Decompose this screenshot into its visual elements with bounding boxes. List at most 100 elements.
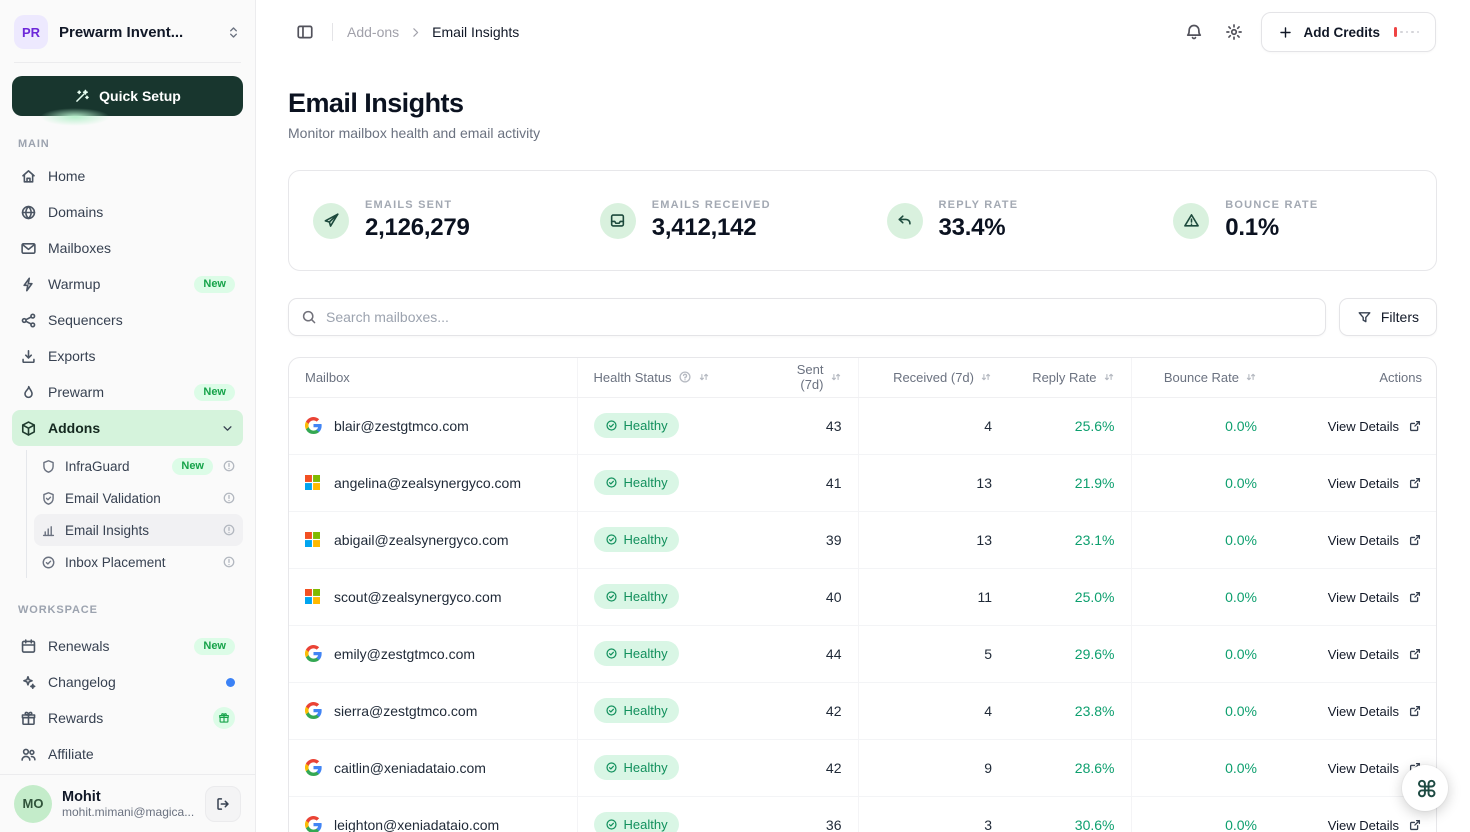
reply-rate-cell: 23.8% xyxy=(1008,682,1131,739)
reply-rate-cell: 23.1% xyxy=(1008,511,1131,568)
sent-cell: 43 xyxy=(761,397,858,454)
gift-icon xyxy=(20,710,37,727)
sidebar-item-domains[interactable]: Domains xyxy=(12,194,243,230)
user-avatar[interactable]: MO xyxy=(14,785,52,823)
page-subtitle: Monitor mailbox health and email activit… xyxy=(288,125,1437,141)
sidebar-sub-item-email-insights[interactable]: Email Insights xyxy=(34,514,243,546)
breadcrumb-parent[interactable]: Add-ons xyxy=(347,24,399,40)
mail-icon xyxy=(20,240,37,257)
sidebar-item-affiliate[interactable]: Affiliate xyxy=(12,736,243,772)
reply-rate-cell: 25.6% xyxy=(1008,397,1131,454)
stat-bounce-rate: BOUNCE RATE 0.1% xyxy=(1149,199,1436,242)
received-cell: 13 xyxy=(858,511,1008,568)
sort-icon[interactable] xyxy=(1245,371,1257,383)
sidebar-sub-item-inbox-placement[interactable]: Inbox Placement xyxy=(34,546,243,578)
view-details-button[interactable]: View Details xyxy=(1328,533,1422,548)
view-details-button[interactable]: View Details xyxy=(1328,647,1422,662)
received-cell: 9 xyxy=(858,739,1008,796)
mailbox-email: angelina@zealsynergyco.com xyxy=(334,475,521,491)
view-details-button[interactable]: View Details xyxy=(1328,704,1422,719)
health-status-cell: Healthy xyxy=(577,625,761,682)
settings-button[interactable] xyxy=(1221,19,1247,45)
health-status-cell: Healthy xyxy=(577,568,761,625)
column-header-mailbox[interactable]: Mailbox xyxy=(289,358,577,397)
sidebar-item-sequencers[interactable]: Sequencers xyxy=(12,302,243,338)
column-header-health-status[interactable]: Health Status xyxy=(577,358,761,397)
health-status-badge: Healthy xyxy=(594,698,679,723)
help-icon[interactable] xyxy=(678,370,692,384)
inbox-icon xyxy=(600,203,636,239)
search-input[interactable] xyxy=(326,309,1313,325)
sidebar-item-renewals[interactable]: Renewals New xyxy=(12,628,243,664)
view-details-button[interactable]: View Details xyxy=(1328,476,1422,491)
sort-icon[interactable] xyxy=(830,371,842,383)
add-credits-label: Add Credits xyxy=(1303,25,1380,40)
sidebar-item-addons[interactable]: Addons xyxy=(12,410,243,446)
check-circle-icon xyxy=(605,533,618,546)
info-icon[interactable] xyxy=(222,555,236,569)
logout-button[interactable] xyxy=(205,786,241,822)
info-icon[interactable] xyxy=(222,459,236,473)
funnel-icon xyxy=(1357,310,1372,325)
command-button[interactable]: ⌘ xyxy=(1402,765,1448,811)
main-section-label: MAIN xyxy=(12,138,243,150)
column-header-reply-rate[interactable]: Reply Rate xyxy=(1008,358,1131,397)
sidebar-item-home[interactable]: Home xyxy=(12,158,243,194)
health-status-cell: Healthy xyxy=(577,739,761,796)
page-content: Email Insights Monitor mailbox health an… xyxy=(256,64,1470,832)
sidebar-item-exports[interactable]: Exports xyxy=(12,338,243,374)
wand-icon xyxy=(74,88,90,104)
info-icon[interactable] xyxy=(222,523,236,537)
sidebar-toggle-button[interactable] xyxy=(292,19,318,45)
credit-usage-indicator xyxy=(1394,27,1419,37)
chevrons-up-down-icon xyxy=(226,25,241,40)
notifications-button[interactable] xyxy=(1181,19,1207,45)
package-icon xyxy=(20,420,37,437)
table-row: angelina@zealsynergyco.com Healthy 41 13… xyxy=(289,454,1437,511)
sidebar-item-warmup[interactable]: Warmup New xyxy=(12,266,243,302)
quick-setup-button[interactable]: Quick Setup xyxy=(12,76,243,116)
new-badge: New xyxy=(194,384,235,401)
workspace-avatar: PR xyxy=(14,15,48,49)
sent-cell: 42 xyxy=(761,682,858,739)
filters-button[interactable]: Filters xyxy=(1339,298,1437,336)
sidebar-item-prewarm[interactable]: Prewarm New xyxy=(12,374,243,410)
add-credits-button[interactable]: Add Credits xyxy=(1261,12,1436,52)
user-name: Mohit xyxy=(62,789,195,805)
mailbox-email: sierra@zestgtmco.com xyxy=(334,703,477,719)
sort-icon[interactable] xyxy=(1103,371,1115,383)
external-link-icon xyxy=(1408,704,1422,718)
sort-icon[interactable] xyxy=(698,371,710,383)
breadcrumb-current: Email Insights xyxy=(432,24,519,40)
column-header-received-7d[interactable]: Received (7d) xyxy=(858,358,1008,397)
table-row: sierra@zestgtmco.com Healthy 42 4 23.8% … xyxy=(289,682,1437,739)
check-circle-icon xyxy=(605,647,618,660)
command-icon: ⌘ xyxy=(1414,777,1437,798)
mailbox-email: caitlin@xeniadataio.com xyxy=(334,760,486,776)
addon-sub-list: InfraGuard New Email Validation Email In… xyxy=(26,450,243,578)
user-meta: Mohit mohit.mimani@magica... xyxy=(62,789,195,819)
health-status-badge: Healthy xyxy=(594,755,679,780)
view-details-button[interactable]: View Details xyxy=(1328,419,1422,434)
sidebar-item-rewards[interactable]: Rewards xyxy=(12,700,243,736)
column-header-bounce-rate[interactable]: Bounce Rate xyxy=(1131,358,1273,397)
column-header-sent-7d[interactable]: Sent (7d) xyxy=(761,358,858,397)
sidebar-item-mailboxes[interactable]: Mailboxes xyxy=(12,230,243,266)
plus-icon xyxy=(1278,25,1293,40)
column-header-actions[interactable]: Actions xyxy=(1273,358,1437,397)
view-details-button[interactable]: View Details xyxy=(1328,590,1422,605)
reply-rate-cell: 30.6% xyxy=(1008,796,1131,832)
sidebar-item-changelog[interactable]: Changelog xyxy=(12,664,243,700)
info-icon[interactable] xyxy=(222,491,236,505)
sidebar-sub-item-infraguard[interactable]: InfraGuard New xyxy=(34,450,243,482)
home-icon xyxy=(20,168,37,185)
gift-badge-icon xyxy=(213,707,235,729)
logout-icon xyxy=(215,796,231,812)
google-icon xyxy=(305,759,322,776)
sort-icon[interactable] xyxy=(980,371,992,383)
view-details-button[interactable]: View Details xyxy=(1328,818,1422,832)
stat-value: 2,126,279 xyxy=(365,214,470,242)
sidebar-sub-item-email-validation[interactable]: Email Validation xyxy=(34,482,243,514)
workspace-section-label: WORKSPACE xyxy=(12,604,243,616)
workspace-switcher[interactable]: PR Prewarm Invent... xyxy=(0,0,255,62)
